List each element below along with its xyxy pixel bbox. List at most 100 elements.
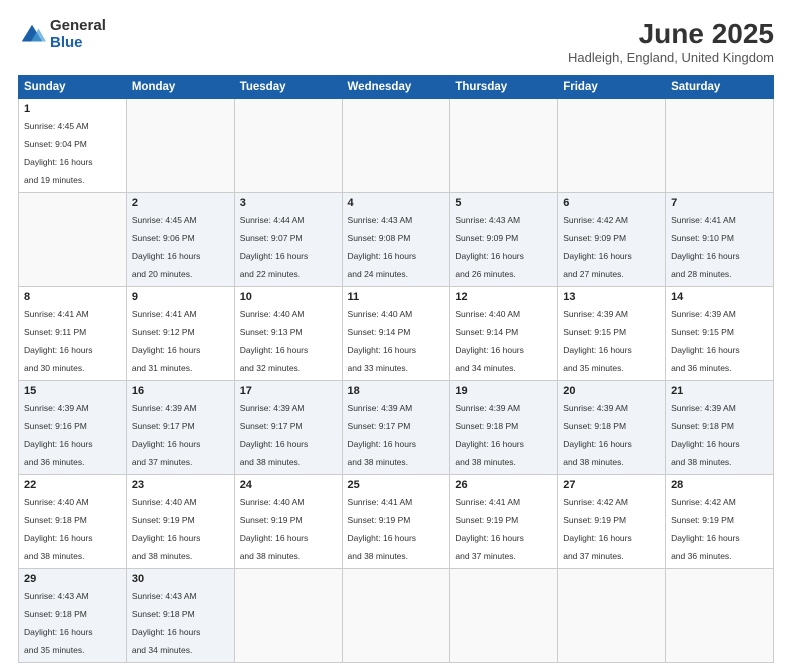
day-number: 29 [24,573,121,585]
day-info: Sunrise: 4:41 AMSunset: 9:19 PMDaylight:… [348,497,417,561]
table-row: 1 Sunrise: 4:45 AMSunset: 9:04 PMDaylight… [19,99,127,193]
logo-blue: Blue [50,35,106,52]
logo-general: General [50,18,106,35]
table-row [342,569,450,663]
day-number: 6 [563,197,660,209]
table-row [666,569,774,663]
col-monday: Monday [126,76,234,99]
day-number: 22 [24,479,121,491]
table-row [234,99,342,193]
day-info: Sunrise: 4:39 AMSunset: 9:18 PMDaylight:… [563,403,632,467]
day-info: Sunrise: 4:39 AMSunset: 9:16 PMDaylight:… [24,403,93,467]
day-number: 16 [132,385,229,397]
day-info: Sunrise: 4:41 AMSunset: 9:10 PMDaylight:… [671,215,740,279]
day-info: Sunrise: 4:39 AMSunset: 9:17 PMDaylight:… [132,403,201,467]
table-row: 13Sunrise: 4:39 AMSunset: 9:15 PMDayligh… [558,287,666,381]
day-info: Sunrise: 4:39 AMSunset: 9:18 PMDaylight:… [455,403,524,467]
day-info: Sunrise: 4:40 AMSunset: 9:19 PMDaylight:… [132,497,201,561]
table-row: 9Sunrise: 4:41 AMSunset: 9:12 PMDaylight… [126,287,234,381]
col-wednesday: Wednesday [342,76,450,99]
table-row [558,99,666,193]
main-title: June 2025 [568,18,774,50]
logo: General Blue [18,18,106,51]
table-row: 2 Sunrise: 4:45 AMSunset: 9:06 PMDaylight… [126,193,234,287]
table-row: 6 Sunrise: 4:42 AMSunset: 9:09 PMDaylight… [558,193,666,287]
day-number: 7 [671,197,768,209]
table-row: 7 Sunrise: 4:41 AMSunset: 9:10 PMDaylight… [666,193,774,287]
table-row [450,569,558,663]
day-info: Sunrise: 4:40 AMSunset: 9:18 PMDaylight:… [24,497,93,561]
day-number: 8 [24,291,121,303]
table-row: 27Sunrise: 4:42 AMSunset: 9:19 PMDayligh… [558,475,666,569]
day-info: Sunrise: 4:39 AMSunset: 9:18 PMDaylight:… [671,403,740,467]
day-number: 19 [455,385,552,397]
day-number: 4 [348,197,445,209]
day-info: Sunrise: 4:45 AMSunset: 9:06 PMDaylight:… [132,215,201,279]
day-info: Sunrise: 4:41 AMSunset: 9:11 PMDaylight:… [24,309,93,373]
table-row: 19 Sunrise: 4:39 AMSunset: 9:18 PMDayligh… [450,381,558,475]
table-row [666,99,774,193]
calendar-week-1: 2 Sunrise: 4:45 AMSunset: 9:06 PMDaylight… [19,193,774,287]
table-row: 4 Sunrise: 4:43 AMSunset: 9:08 PMDaylight… [342,193,450,287]
day-number: 10 [240,291,337,303]
table-row: 11Sunrise: 4:40 AMSunset: 9:14 PMDayligh… [342,287,450,381]
table-row [126,99,234,193]
day-info: Sunrise: 4:40 AMSunset: 9:14 PMDaylight:… [348,309,417,373]
day-number: 18 [348,385,445,397]
day-number: 24 [240,479,337,491]
header: General Blue June 2025 Hadleigh, England… [18,18,774,65]
table-row: 16 Sunrise: 4:39 AMSunset: 9:17 PMDayligh… [126,381,234,475]
page: General Blue June 2025 Hadleigh, England… [0,0,792,612]
day-number: 5 [455,197,552,209]
table-row: 20 Sunrise: 4:39 AMSunset: 9:18 PMDayligh… [558,381,666,475]
day-info: Sunrise: 4:45 AMSunset: 9:04 PMDaylight:… [24,121,93,185]
calendar-header-row: Sunday Monday Tuesday Wednesday Thursday… [19,76,774,99]
day-info: Sunrise: 4:39 AMSunset: 9:15 PMDaylight:… [671,309,740,373]
table-row [342,99,450,193]
day-number: 1 [24,103,121,115]
day-number: 28 [671,479,768,491]
col-tuesday: Tuesday [234,76,342,99]
table-row: 25Sunrise: 4:41 AMSunset: 9:19 PMDayligh… [342,475,450,569]
logo-icon [18,21,46,49]
calendar: Sunday Monday Tuesday Wednesday Thursday… [18,75,774,663]
calendar-week-3: 15Sunrise: 4:39 AMSunset: 9:16 PMDayligh… [19,381,774,475]
day-info: Sunrise: 4:42 AMSunset: 9:19 PMDaylight:… [563,497,632,561]
day-number: 26 [455,479,552,491]
day-info: Sunrise: 4:40 AMSunset: 9:19 PMDaylight:… [240,497,309,561]
day-info: Sunrise: 4:39 AMSunset: 9:17 PMDaylight:… [240,403,309,467]
table-row: 5 Sunrise: 4:43 AMSunset: 9:09 PMDaylight… [450,193,558,287]
table-row: 17Sunrise: 4:39 AMSunset: 9:17 PMDayligh… [234,381,342,475]
table-row: 18 Sunrise: 4:39 AMSunset: 9:17 PMDayligh… [342,381,450,475]
day-info: Sunrise: 4:41 AMSunset: 9:12 PMDaylight:… [132,309,201,373]
table-row: 29Sunrise: 4:43 AMSunset: 9:18 PMDayligh… [19,569,127,663]
col-saturday: Saturday [666,76,774,99]
day-number: 3 [240,197,337,209]
day-number: 20 [563,385,660,397]
day-info: Sunrise: 4:39 AMSunset: 9:17 PMDaylight:… [348,403,417,467]
day-info: Sunrise: 4:43 AMSunset: 9:08 PMDaylight:… [348,215,417,279]
table-row [234,569,342,663]
table-row: 8 Sunrise: 4:41 AMSunset: 9:11 PMDaylight… [19,287,127,381]
table-row [450,99,558,193]
day-info: Sunrise: 4:40 AMSunset: 9:14 PMDaylight:… [455,309,524,373]
sub-title: Hadleigh, England, United Kingdom [568,50,774,65]
title-block: June 2025 Hadleigh, England, United King… [568,18,774,65]
day-info: Sunrise: 4:43 AMSunset: 9:18 PMDaylight:… [132,591,201,655]
table-row: 28Sunrise: 4:42 AMSunset: 9:19 PMDayligh… [666,475,774,569]
col-sunday: Sunday [19,76,127,99]
table-row: 3Sunrise: 4:44 AMSunset: 9:07 PMDaylight… [234,193,342,287]
day-info: Sunrise: 4:42 AMSunset: 9:09 PMDaylight:… [563,215,632,279]
table-row: 30Sunrise: 4:43 AMSunset: 9:18 PMDayligh… [126,569,234,663]
table-row: 10Sunrise: 4:40 AMSunset: 9:13 PMDayligh… [234,287,342,381]
col-friday: Friday [558,76,666,99]
day-number: 12 [455,291,552,303]
day-info: Sunrise: 4:43 AMSunset: 9:09 PMDaylight:… [455,215,524,279]
table-row: 14Sunrise: 4:39 AMSunset: 9:15 PMDayligh… [666,287,774,381]
table-row: 22 Sunrise: 4:40 AMSunset: 9:18 PMDayligh… [19,475,127,569]
day-number: 23 [132,479,229,491]
calendar-week-5: 29 Sunrise: 4:43 AMSunset: 9:18 PMDayligh… [19,569,774,663]
day-number: 2 [132,197,229,209]
calendar-week-4: 22 Sunrise: 4:40 AMSunset: 9:18 PMDayligh… [19,475,774,569]
day-info: Sunrise: 4:41 AMSunset: 9:19 PMDaylight:… [455,497,524,561]
